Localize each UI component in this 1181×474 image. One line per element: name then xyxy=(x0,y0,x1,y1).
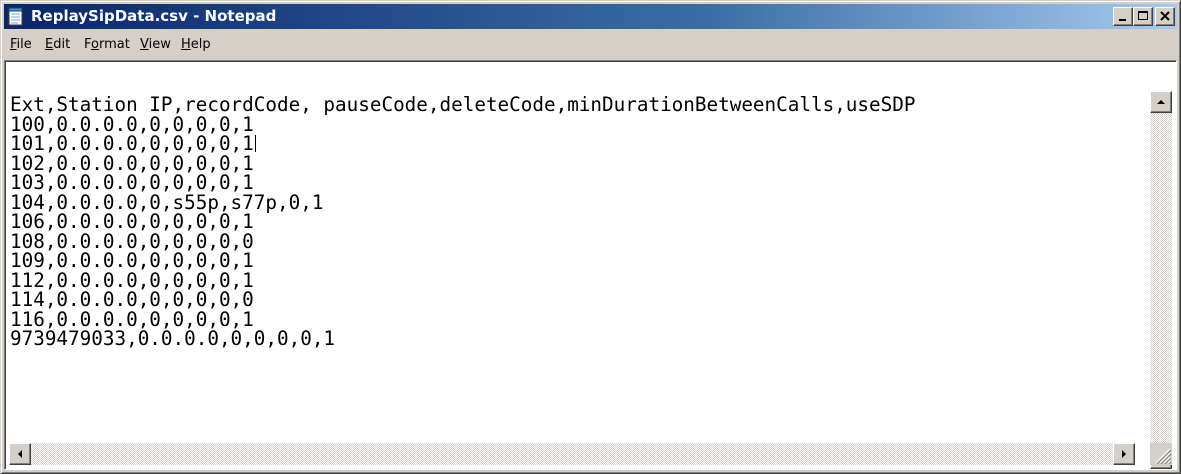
scroll-up-button[interactable] xyxy=(1150,91,1172,113)
menu-view[interactable]: View xyxy=(140,37,171,52)
scroll-left-button[interactable] xyxy=(9,443,31,465)
maximize-icon xyxy=(1138,11,1148,20)
close-button[interactable] xyxy=(1155,7,1175,26)
menu-bar: File Edit Format View Help xyxy=(4,30,1177,60)
menu-edit-label-rest: dit xyxy=(53,37,71,52)
notepad-window: ReplaySipData.csv - Notepad File Edit Fo… xyxy=(0,0,1181,474)
menu-file-label-rest: ile xyxy=(16,37,32,52)
size-grip[interactable] xyxy=(1150,443,1172,465)
arrow-right-icon xyxy=(1122,450,1126,458)
menu-format-label-rest: rmat xyxy=(98,37,130,52)
arrow-left-icon xyxy=(18,450,22,458)
close-icon xyxy=(1160,11,1170,21)
minimize-icon xyxy=(1119,19,1126,21)
window-title: ReplaySipData.csv - Notepad xyxy=(31,7,277,25)
minimize-button[interactable] xyxy=(1113,7,1133,26)
menu-view-mnemonic: V xyxy=(140,37,149,52)
menu-help-label-rest: elp xyxy=(190,37,211,52)
title-bar[interactable]: ReplaySipData.csv - Notepad xyxy=(4,4,1177,29)
text-editor[interactable]: Ext,Station IP,recordCode, pauseCode,del… xyxy=(4,60,1177,470)
menu-file[interactable]: File xyxy=(10,37,32,52)
maximize-button[interactable] xyxy=(1133,7,1153,26)
menu-format[interactable]: Format xyxy=(84,37,130,52)
text-line-content: 9739479033,0.0.0.0,0,0,0,0,1 xyxy=(10,327,336,350)
menu-view-label-rest: iew xyxy=(148,37,171,52)
arrow-up-icon xyxy=(1157,100,1165,104)
menu-help[interactable]: Help xyxy=(181,37,211,52)
text-line: 9739479033,0.0.0.0,0,0,0,0,1 xyxy=(10,329,1150,349)
notepad-icon xyxy=(8,7,23,26)
horizontal-scrollbar[interactable] xyxy=(9,443,1135,465)
scroll-right-button[interactable] xyxy=(1113,443,1135,465)
vertical-scrollbar[interactable] xyxy=(1150,91,1172,469)
text-caret xyxy=(254,135,256,152)
menu-format-label-pre: F xyxy=(84,37,92,52)
menu-edit[interactable]: Edit xyxy=(45,37,70,52)
resize-grip-icon xyxy=(1155,448,1172,465)
menu-help-mnemonic: H xyxy=(181,37,191,52)
menu-edit-mnemonic: E xyxy=(45,37,54,52)
menu-format-mnemonic: o xyxy=(91,37,99,52)
document-text[interactable]: Ext,Station IP,recordCode, pauseCode,del… xyxy=(10,95,1150,471)
